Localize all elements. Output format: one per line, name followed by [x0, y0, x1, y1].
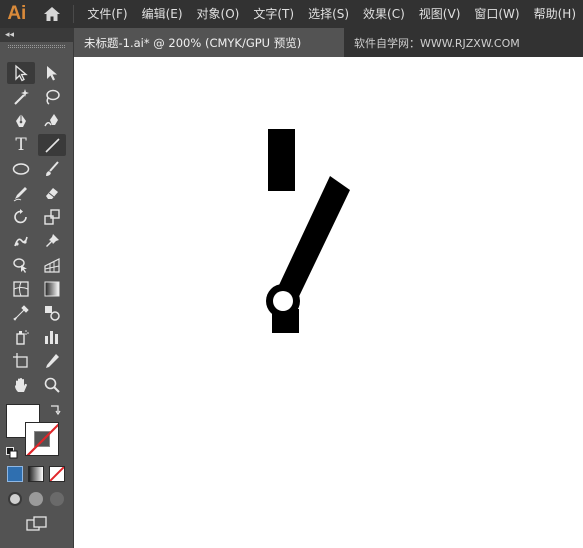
zoom-magnifier-icon: [44, 377, 60, 393]
direct-selection-tool[interactable]: [38, 62, 66, 84]
stroke-color-swatch[interactable]: [25, 422, 59, 456]
selection-tool[interactable]: [7, 62, 35, 84]
column-graph-tool[interactable]: [38, 326, 66, 348]
eraser-tool[interactable]: [38, 182, 66, 204]
slice-knife-icon: [46, 354, 59, 368]
artwork: [266, 129, 350, 333]
none-slash-icon: [26, 423, 58, 455]
pen-tool[interactable]: [7, 110, 35, 132]
blend-icon: [45, 306, 60, 321]
ellipse-icon: [12, 163, 30, 175]
column-graph-icon: [45, 331, 58, 344]
draw-inside-button[interactable]: [50, 492, 64, 506]
menu-select[interactable]: 选择(S): [301, 0, 356, 28]
perspective-grid-icon: [44, 258, 60, 273]
change-screen-mode-icon[interactable]: [26, 516, 48, 532]
ring-hole-shape: [273, 291, 293, 311]
gradient-icon: [44, 281, 60, 297]
paintbrush-tool[interactable]: [38, 158, 66, 180]
hand-icon: [15, 378, 27, 392]
shaper-tool[interactable]: [7, 182, 35, 204]
eraser-icon: [46, 188, 58, 199]
gradient-tool[interactable]: [38, 278, 66, 300]
menu-object[interactable]: 对象(O): [190, 0, 247, 28]
collapse-icon[interactable]: ◂◂: [5, 29, 14, 41]
line-segment-tool[interactable]: [38, 134, 66, 156]
draw-normal-button[interactable]: [8, 492, 22, 506]
short-bar-shape[interactable]: [268, 129, 295, 191]
selection-arrow-icon: [15, 64, 28, 82]
type-tool[interactable]: T: [7, 134, 35, 156]
home-icon[interactable]: [34, 0, 70, 28]
panel-grip[interactable]: [8, 45, 65, 48]
menu-divider: [73, 5, 75, 23]
shape-builder-icon: [13, 258, 27, 273]
artboard-icon: [13, 353, 28, 368]
pin-icon: [46, 234, 59, 247]
type-t-icon: T: [15, 134, 27, 155]
menu-edit[interactable]: 编辑(E): [135, 0, 190, 28]
menu-view[interactable]: 视图(V): [412, 0, 468, 28]
curvature-pen-icon: [44, 114, 58, 127]
mesh-icon: [13, 281, 29, 297]
menu-items: 文件(F) 编辑(E) 对象(O) 文字(T) 选择(S) 效果(C) 视图(V…: [80, 0, 583, 28]
direct-selection-arrow-icon: [47, 66, 57, 81]
menu-type[interactable]: 文字(T): [246, 0, 301, 28]
eyedropper-icon: [13, 305, 29, 321]
scale-icon: [44, 209, 60, 225]
rotate-icon: [14, 209, 27, 224]
perspective-grid-tool[interactable]: [38, 254, 66, 276]
none-icon: [50, 467, 64, 481]
pin-tool[interactable]: [38, 230, 66, 252]
scale-tool[interactable]: [38, 206, 66, 228]
zoom-tool[interactable]: [38, 374, 66, 396]
magic-wand-icon: [14, 89, 29, 105]
puppet-warp-tool[interactable]: [7, 230, 35, 252]
puppet-warp-icon: [14, 236, 28, 247]
artboard-canvas[interactable]: [74, 57, 583, 548]
paintbrush-icon: [46, 161, 59, 176]
default-fill-stroke-icon[interactable]: [6, 444, 18, 459]
eyedropper-tool[interactable]: [7, 302, 35, 324]
watermark-text: 软件自学网：WWW.RJZXW.COM: [354, 36, 520, 50]
artboard-tool[interactable]: [7, 350, 35, 372]
tools-panel-header[interactable]: ◂◂: [0, 28, 73, 42]
lasso-tool[interactable]: [38, 86, 66, 108]
draw-behind-button[interactable]: [29, 492, 43, 506]
magic-wand-tool[interactable]: [7, 86, 35, 108]
symbol-sprayer-icon: [16, 330, 29, 345]
swap-fill-stroke-icon[interactable]: [48, 402, 62, 416]
blend-tool[interactable]: [38, 302, 66, 324]
menu-file[interactable]: 文件(F): [80, 0, 134, 28]
lasso-icon: [46, 89, 60, 105]
menu-help[interactable]: 帮助(H): [527, 0, 583, 28]
line-segment-icon: [45, 138, 60, 153]
ellipse-tool[interactable]: [7, 158, 35, 180]
rotate-tool[interactable]: [7, 206, 35, 228]
document-tab-bar: 未标题-1.ai* @ 200% (CMYK/GPU 预览) 软件自学网：WWW…: [74, 28, 583, 57]
menu-window[interactable]: 窗口(W): [467, 0, 526, 28]
hand-tool[interactable]: [7, 374, 35, 396]
menu-bar: Ai 文件(F) 编辑(E) 对象(O) 文字(T) 选择(S) 效果(C) 视…: [0, 0, 583, 28]
color-mode-button[interactable]: [7, 466, 23, 482]
pen-nib-icon: [16, 114, 26, 127]
menu-effect[interactable]: 效果(C): [356, 0, 412, 28]
symbol-sprayer-tool[interactable]: [7, 326, 35, 348]
curvature-tool[interactable]: [38, 110, 66, 132]
shaper-pencil-icon: [13, 187, 27, 202]
shape-builder-tool[interactable]: [7, 254, 35, 276]
document-tab[interactable]: 未标题-1.ai* @ 200% (CMYK/GPU 预览): [74, 28, 344, 57]
app-logo: Ai: [7, 3, 27, 24]
slice-tool[interactable]: [38, 350, 66, 372]
mesh-tool[interactable]: [7, 278, 35, 300]
none-mode-button[interactable]: [49, 466, 65, 482]
gradient-mode-button[interactable]: [28, 466, 44, 482]
